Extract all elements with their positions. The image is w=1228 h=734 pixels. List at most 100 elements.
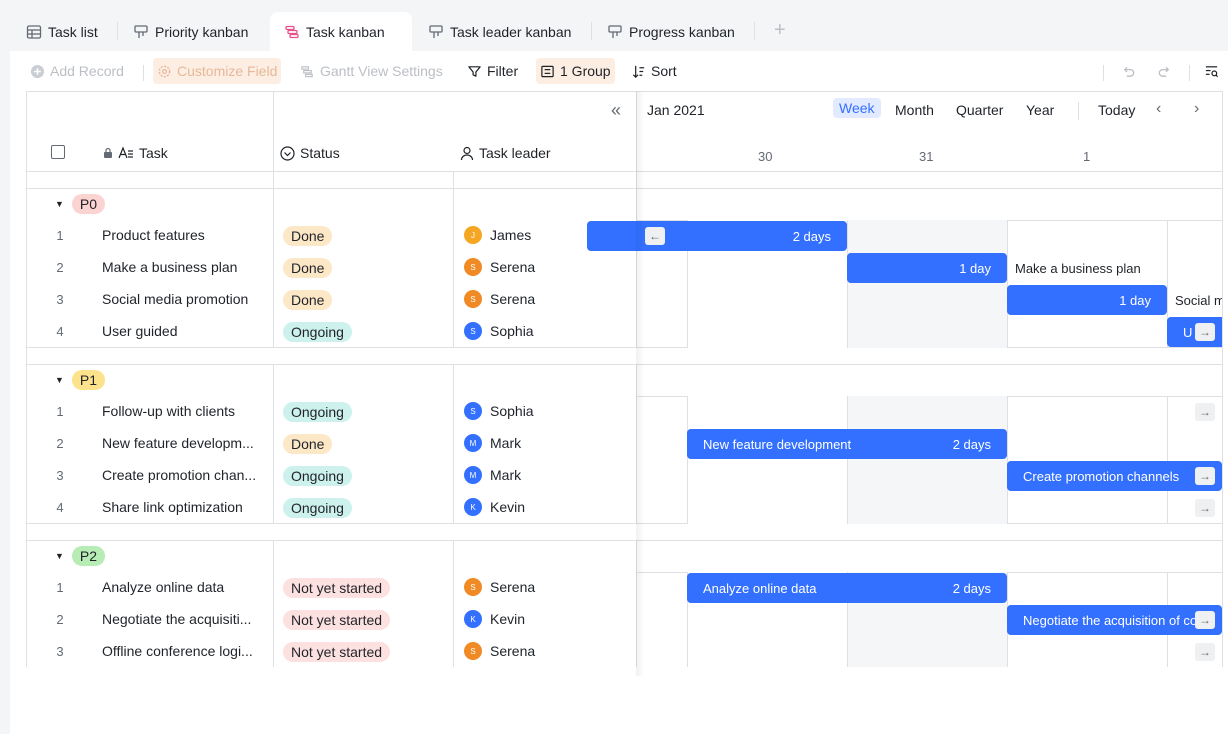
status-badge[interactable]: Done (283, 434, 333, 454)
scroll-right-icon[interactable]: → (1195, 611, 1215, 629)
redo-button[interactable] (1153, 58, 1176, 84)
status-badge[interactable]: Done (283, 258, 333, 278)
task-name[interactable]: Product features (102, 227, 264, 243)
leader-name: Serena (490, 259, 536, 275)
table-icon (26, 24, 42, 39)
task-name[interactable]: New feature developm... (102, 435, 264, 451)
avatar: K (464, 498, 482, 516)
status-badge[interactable]: Not yet started (283, 610, 391, 630)
filter-button[interactable]: Filter (463, 58, 522, 84)
column-header-status[interactable]: Status (280, 145, 340, 161)
scale-quarter-button[interactable]: Quarter (956, 102, 1003, 118)
avatar: S (464, 290, 482, 308)
scroll-to-bar-icon[interactable]: ← (645, 227, 665, 245)
tab-progress-kanban[interactable]: Progress kanban (607, 12, 735, 51)
tab-task-kanban[interactable]: Task kanban (270, 12, 412, 51)
tab-label: Progress kanban (629, 23, 735, 40)
task-leader[interactable]: S Sophia (464, 402, 534, 420)
group-button[interactable]: 1 Group (536, 58, 615, 84)
leader-name: Kevin (490, 499, 526, 515)
gantt-bar[interactable]: New feature development 2 days (687, 429, 1007, 459)
gantt-bar[interactable]: Create promotion channels (1007, 461, 1222, 491)
add-view-icon[interactable]: + (774, 20, 786, 40)
text-field-icon (118, 146, 133, 159)
undo-icon (1123, 66, 1135, 77)
task-leader[interactable]: K Kevin (464, 610, 525, 628)
tab-task-leader-kanban[interactable]: Task leader kanban (428, 12, 571, 51)
task-leader[interactable]: J James (464, 226, 531, 244)
scroll-right-icon[interactable]: → (1195, 643, 1215, 661)
tab-task-list[interactable]: Task list (26, 12, 98, 51)
select-all-checkbox[interactable] (51, 145, 65, 159)
gantt-settings-button[interactable]: Gantt View Settings (296, 58, 447, 84)
task-leader[interactable]: S Serena (464, 642, 535, 660)
prev-period-icon[interactable]: ‹ (1156, 100, 1161, 118)
task-leader[interactable]: S Sophia (464, 322, 534, 340)
gantt-icon (285, 25, 299, 38)
scroll-right-icon[interactable]: → (1195, 403, 1215, 421)
customize-field-button[interactable]: Customize Field (153, 58, 282, 84)
status-badge[interactable]: Not yet started (283, 642, 391, 662)
search-records-button[interactable] (1200, 58, 1223, 84)
sort-button[interactable]: Sort (627, 58, 681, 84)
task-name[interactable]: User guided (102, 323, 264, 339)
status-badge[interactable]: Ongoing (283, 402, 352, 422)
scale-month-button[interactable]: Month (895, 102, 934, 118)
column-header-task-leader[interactable]: Task leader (460, 145, 551, 161)
scroll-right-icon[interactable]: → (1195, 323, 1215, 341)
add-record-button[interactable]: Add Record (26, 58, 128, 84)
row-number: 3 (56, 292, 64, 307)
scale-year-button[interactable]: Year (1026, 102, 1054, 118)
task-name[interactable]: Social media promotion (102, 291, 264, 307)
group-header[interactable]: ▼ P2 (55, 546, 106, 566)
caret-down-icon[interactable]: ▼ (55, 375, 64, 385)
kanban-icon (608, 24, 622, 38)
today-button[interactable]: Today (1098, 102, 1135, 118)
status-badge[interactable]: Done (283, 226, 333, 246)
status-badge[interactable]: Not yet started (283, 578, 391, 598)
scroll-right-icon[interactable]: → (1195, 499, 1215, 517)
gantt-bar[interactable]: Analyze online data 2 days (687, 573, 1007, 603)
task-name[interactable]: Analyze online data (102, 579, 264, 595)
next-period-icon[interactable]: › (1194, 100, 1199, 118)
status-badge[interactable]: Done (283, 290, 333, 310)
row-number: 3 (56, 468, 64, 483)
task-name[interactable]: Follow-up with clients (102, 403, 264, 419)
task-leader[interactable]: S Serena (464, 290, 535, 308)
gear-icon (158, 65, 171, 77)
task-leader[interactable]: K Kevin (464, 498, 525, 516)
status-badge[interactable]: Ongoing (283, 498, 352, 518)
task-leader[interactable]: M Mark (464, 434, 521, 452)
gantt-bar[interactable]: 2 days (587, 221, 847, 251)
tab-priority-kanban[interactable]: Priority kanban (133, 12, 248, 51)
task-name[interactable]: Create promotion chan... (102, 467, 264, 483)
gantt-bar[interactable]: Negotiate the acquisition of co (1007, 605, 1222, 635)
status-badge[interactable]: Ongoing (283, 466, 352, 486)
row-number: 3 (56, 644, 64, 659)
scale-week-button[interactable]: Week (833, 98, 881, 118)
task-name[interactable]: Offline conference logi... (102, 643, 264, 659)
gantt-bar[interactable]: 1 day (847, 253, 1007, 283)
scroll-right-icon[interactable]: → (1195, 467, 1215, 485)
group-label: P0 (71, 194, 106, 214)
undo-button[interactable] (1117, 58, 1140, 84)
group-header[interactable]: ▼ P0 (55, 194, 106, 214)
day-label: 30 (758, 149, 773, 164)
avatar: S (464, 258, 482, 276)
caret-down-icon[interactable]: ▼ (55, 199, 64, 209)
person-icon (460, 146, 474, 160)
column-header-task[interactable]: Task (103, 145, 168, 161)
task-leader[interactable]: S Serena (464, 258, 535, 276)
status-badge[interactable]: Ongoing (283, 322, 352, 342)
task-name[interactable]: Share link optimization (102, 499, 264, 515)
group-header[interactable]: ▼ P1 (55, 370, 106, 390)
task-name[interactable]: Negotiate the acquisiti... (102, 611, 264, 627)
caret-down-icon[interactable]: ▼ (55, 551, 64, 561)
task-name[interactable]: Make a business plan (102, 259, 264, 275)
task-leader[interactable]: S Serena (464, 578, 535, 596)
collapse-columns-icon[interactable]: « (611, 100, 621, 121)
gantt-bar[interactable]: 1 day (1007, 285, 1167, 315)
redo-icon (1158, 66, 1170, 77)
tab-label: Task kanban (306, 23, 385, 40)
task-leader[interactable]: M Mark (464, 466, 521, 484)
